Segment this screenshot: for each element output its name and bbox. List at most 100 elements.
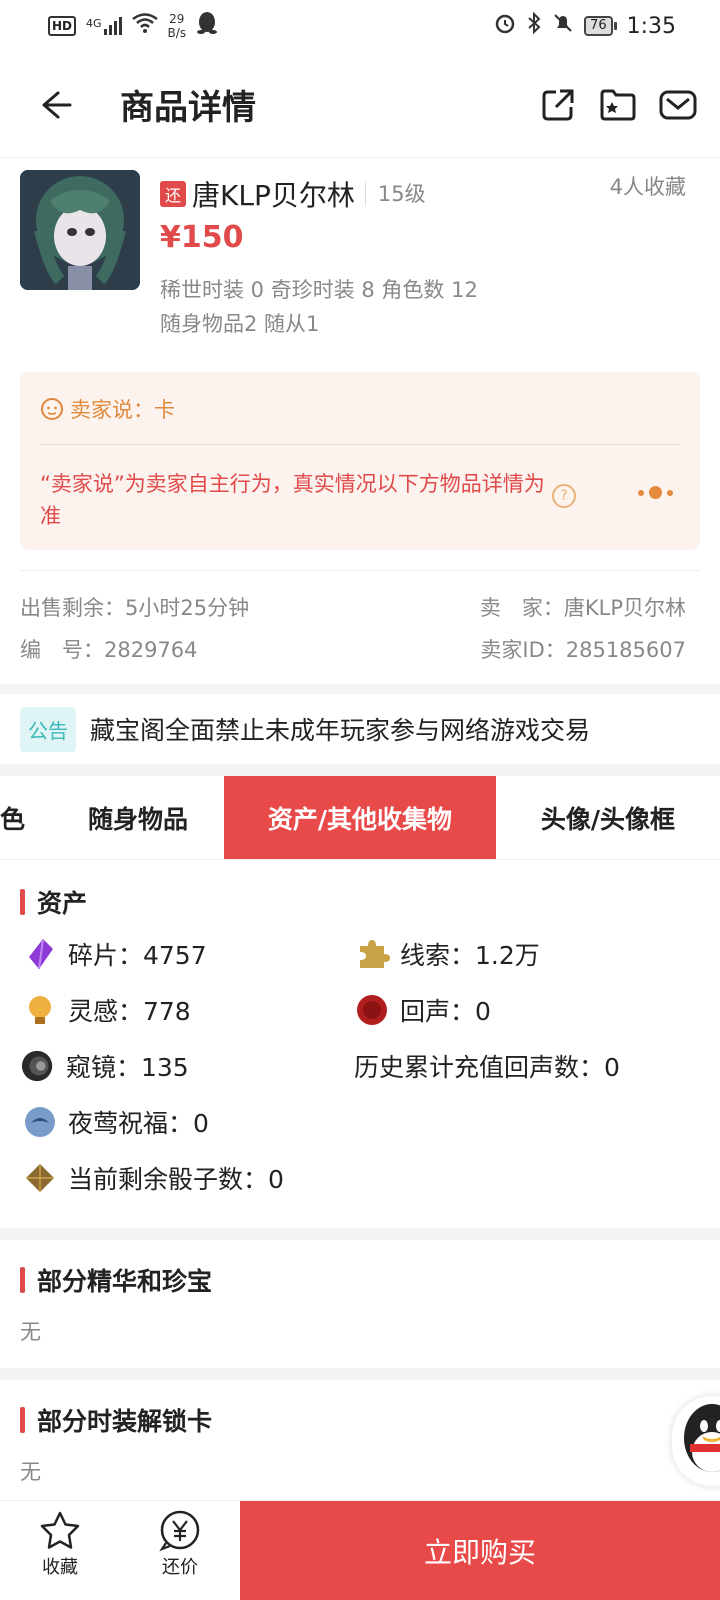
notice-badge: 公告 <box>20 706 76 752</box>
tab-characters[interactable]: 色 <box>0 776 52 859</box>
costume-cards-value: 无 <box>20 1460 41 1484</box>
favorite-count: 4人收藏 <box>609 175 686 199</box>
puzzle-clue-icon <box>354 936 390 972</box>
net-speed-value: 29 <box>169 12 185 26</box>
seller-says-text: 卖家说：卡 <box>70 398 175 422</box>
asset-label: 历史累计充值回声数：0 <box>354 1053 620 1082</box>
share-icon <box>542 89 574 120</box>
help-icon[interactable]: ? <box>552 484 576 508</box>
product-summary-line2: 随身物品2 随从1 <box>160 312 320 336</box>
back-arrow-icon <box>42 91 72 118</box>
share-button[interactable] <box>538 85 578 125</box>
nightingale-blessing-icon <box>22 1104 58 1140</box>
qq-notification-icon <box>196 11 218 41</box>
asset-label: 回声：0 <box>400 997 491 1026</box>
favorite-button[interactable]: 收藏 <box>20 1509 100 1579</box>
product-name: 唐KLP贝尔林 <box>192 179 355 212</box>
asset-label: 线索：1.2万 <box>400 941 540 970</box>
back-button[interactable] <box>26 75 86 135</box>
star-icon <box>40 1511 80 1549</box>
meta-row-2: 编 号：2829764 卖家ID：285185607 <box>20 634 686 664</box>
status-bar: HD 4G 29 B/s 76 1:35 <box>0 0 720 52</box>
bargain-tag: 还 <box>160 181 186 207</box>
asset-item-shards: 碎片：4757 <box>22 936 207 972</box>
bottom-action-bar: 收藏 还价 立即购买 <box>0 1500 720 1600</box>
seller-name: 卖 家：唐KLP贝尔林 <box>479 596 686 620</box>
qq-penguin-icon <box>684 1404 720 1472</box>
dice-icon <box>22 1160 58 1196</box>
asset-item-lens: 窥镜：135 <box>20 1048 189 1084</box>
qq-service-button[interactable] <box>672 1396 720 1486</box>
buy-now-button[interactable]: 立即购买 <box>240 1501 720 1600</box>
battery-icon: 76 <box>584 16 617 36</box>
section-gap <box>0 1228 720 1240</box>
page-title: 商品详情 <box>120 88 256 128</box>
clock: 1:35 <box>626 13 676 39</box>
folder-button[interactable] <box>598 85 638 125</box>
section-gap <box>0 684 720 694</box>
tab-accessories[interactable]: 随身物品 <box>52 776 224 859</box>
tab-avatar-frames[interactable]: 头像/头像框 <box>496 776 720 859</box>
asset-label: 碎片：4757 <box>68 941 207 970</box>
asset-label: 窥镜：135 <box>66 1053 189 1082</box>
folder-star-icon <box>600 89 636 120</box>
favorite-label: 收藏 <box>42 1557 78 1578</box>
essence-value: 无 <box>20 1320 41 1344</box>
bluetooth-icon <box>526 11 542 40</box>
product-summary-line1: 稀世时装 0 奇珍时装 8 角色数 12 <box>160 278 478 302</box>
asset-label: 夜莺祝福：0 <box>68 1109 209 1138</box>
costume-cards-section-title: 部分时装解锁卡 <box>20 1402 212 1438</box>
section-gap <box>0 764 720 776</box>
assets-title-text: 资产 <box>37 889 88 918</box>
asset-label: 当前剩余骰子数：0 <box>68 1165 284 1194</box>
meta-row-1: 出售剩余：5小时25分钟 卖 家：唐KLP贝尔林 <box>20 592 686 622</box>
product-summary: 还 唐KLP贝尔林 15级 4人收藏 ¥150 稀世时装 0 奇珍时装 8 角色… <box>0 160 720 355</box>
asset-item-dice: 当前剩余骰子数：0 <box>22 1160 284 1196</box>
seller-note-box: 卖家说：卡 “卖家说”为卖家自主行为，真实情况以下方物品详情为准 ? <box>20 372 700 550</box>
seller-disclaimer: “卖家说”为卖家自主行为，真实情况以下方物品详情为准 <box>40 472 545 528</box>
essence-title-text: 部分精华和珍宝 <box>37 1267 213 1296</box>
tab-assets[interactable]: 资产/其他收集物 <box>224 776 496 859</box>
notice-bar[interactable]: 公告 藏宝阁全面禁止未成年玩家参与网络游戏交易 <box>0 694 720 764</box>
wifi-icon <box>131 13 158 39</box>
asset-label: 灵感：778 <box>68 997 191 1026</box>
network-type: 4G <box>86 17 102 30</box>
hd-indicator: HD <box>48 16 77 36</box>
yen-bargain-icon <box>159 1510 200 1552</box>
notice-text: 藏宝阁全面禁止未成年玩家参与网络游戏交易 <box>90 716 591 745</box>
asset-item-echo: 回声：0 <box>354 992 491 1028</box>
costume-cards-title-text: 部分时装解锁卡 <box>37 1407 213 1436</box>
battery-level: 76 <box>584 16 613 36</box>
more-dots-icon[interactable] <box>638 486 673 499</box>
mail-icon <box>659 90 697 119</box>
assets-section-title: 资产 <box>20 884 87 920</box>
signal-icon: 4G <box>86 17 122 35</box>
net-speed-unit: B/s <box>167 26 187 40</box>
essence-section-title: 部分精华和珍宝 <box>20 1262 212 1298</box>
lightbulb-inspiration-icon <box>22 992 58 1028</box>
remaining-time: 出售剩余：5小时25分钟 <box>20 596 250 620</box>
character-avatar[interactable] <box>20 170 140 290</box>
alarm-icon <box>494 12 516 40</box>
red-seal-echo-icon <box>354 992 390 1028</box>
asset-item-total-echo: 历史累计充值回声数：0 <box>354 1048 620 1084</box>
section-gap <box>0 1368 720 1380</box>
divider <box>40 444 680 445</box>
category-tabs: 色 随身物品 资产/其他收集物 头像/头像框 <box>0 776 720 860</box>
mute-icon <box>552 12 574 40</box>
chat-bubble-icon <box>41 398 63 420</box>
bargain-label: 还价 <box>162 1557 198 1578</box>
purple-shard-icon <box>22 936 58 972</box>
divider <box>20 570 700 571</box>
bargain-button[interactable]: 还价 <box>140 1509 220 1579</box>
telescope-lens-icon <box>20 1048 56 1084</box>
header: 商品详情 <box>0 52 720 158</box>
net-speed: 29 B/s <box>168 12 187 40</box>
message-button[interactable] <box>658 85 698 125</box>
product-level: 15级 <box>364 182 426 206</box>
product-price: ¥150 <box>160 220 244 255</box>
item-number: 编 号：2829764 <box>20 638 198 662</box>
asset-item-inspiration: 灵感：778 <box>22 992 191 1028</box>
seller-id: 卖家ID：285185607 <box>480 638 686 662</box>
asset-item-clues: 线索：1.2万 <box>354 936 540 972</box>
